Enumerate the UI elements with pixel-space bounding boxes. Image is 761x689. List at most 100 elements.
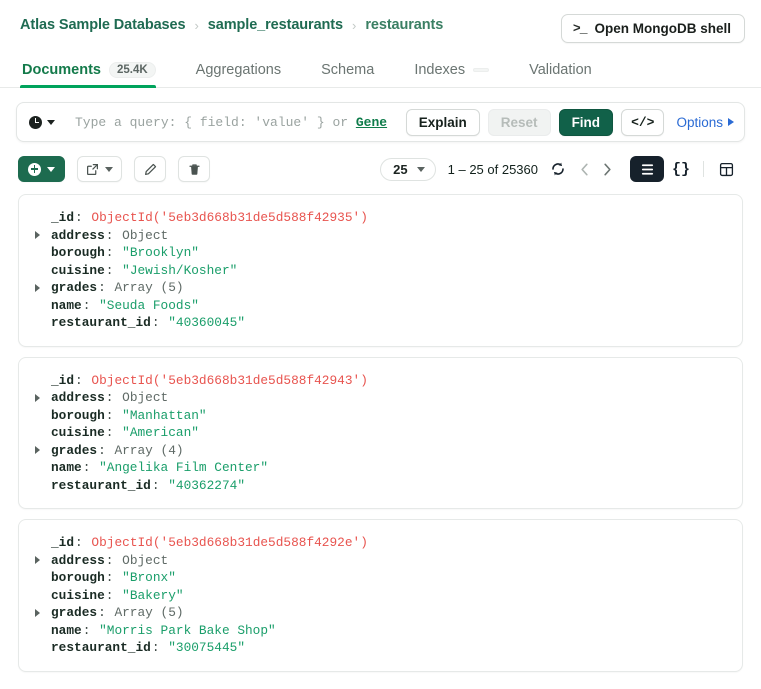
toolbar-divider bbox=[703, 161, 704, 177]
document-field[interactable]: restaurant_id : "40362274" bbox=[35, 477, 726, 495]
document-card[interactable]: _id: ObjectId('5eb3d668b31de5d588f4292e'… bbox=[18, 519, 743, 672]
document-field[interactable]: restaurant_id : "30075445" bbox=[35, 639, 726, 657]
previous-page-button[interactable] bbox=[578, 162, 591, 177]
document-field[interactable]: _id: ObjectId('5eb3d668b31de5d588f4292e'… bbox=[35, 534, 726, 552]
document-field[interactable]: grades : Array (5) bbox=[35, 279, 726, 297]
tab-schema-label: Schema bbox=[321, 62, 374, 78]
document-field[interactable]: borough : "Brooklyn" bbox=[35, 244, 726, 262]
field-value: "American" bbox=[122, 424, 199, 442]
document-card[interactable]: _id: ObjectId('5eb3d668b31de5d588f42943'… bbox=[18, 357, 743, 510]
field-key: _id bbox=[51, 534, 74, 552]
next-page-button[interactable] bbox=[601, 162, 614, 177]
breadcrumb-item-collection[interactable]: restaurants bbox=[365, 17, 443, 33]
document-field[interactable]: _id: ObjectId('5eb3d668b31de5d588f42943'… bbox=[35, 372, 726, 390]
expand-triangle-icon[interactable] bbox=[35, 394, 40, 402]
field-value: "30075445" bbox=[168, 639, 245, 657]
field-separator: : bbox=[82, 297, 92, 315]
tab-indexes[interactable]: Indexes bbox=[412, 56, 505, 87]
expand-cell[interactable] bbox=[35, 231, 51, 239]
expand-triangle-icon[interactable] bbox=[35, 231, 40, 239]
refresh-button[interactable] bbox=[550, 161, 566, 177]
field-separator: : bbox=[105, 569, 115, 587]
generate-query-link[interactable]: Gene bbox=[356, 115, 387, 130]
expand-triangle-icon[interactable] bbox=[35, 556, 40, 564]
document-field[interactable]: cuisine : "American" bbox=[35, 424, 726, 442]
breadcrumb-item-database-group[interactable]: Atlas Sample Databases bbox=[20, 17, 185, 33]
field-value: "Bakery" bbox=[122, 587, 183, 605]
field-key: borough bbox=[51, 244, 105, 262]
field-key: restaurant_id bbox=[51, 477, 151, 495]
field-separator: : bbox=[74, 534, 84, 552]
expand-cell[interactable] bbox=[35, 556, 51, 564]
insert-document-button[interactable] bbox=[18, 156, 65, 182]
field-key: borough bbox=[51, 569, 105, 587]
reset-button[interactable]: Reset bbox=[488, 109, 551, 136]
field-value: "Jewish/Kosher" bbox=[122, 262, 237, 280]
explain-button[interactable]: Explain bbox=[406, 109, 480, 136]
query-bar-container: Type a query: { field: 'value' } or Gene… bbox=[0, 88, 761, 142]
table-view-icon bbox=[719, 162, 734, 177]
document-field[interactable]: name : "Angelika Film Center" bbox=[35, 459, 726, 477]
export-to-language-icon[interactable]: </> bbox=[621, 109, 664, 136]
document-field[interactable]: grades : Array (5) bbox=[35, 604, 726, 622]
refresh-icon bbox=[550, 161, 566, 177]
chevron-down-icon bbox=[47, 167, 55, 172]
document-field[interactable]: borough : "Bronx" bbox=[35, 569, 726, 587]
expand-triangle-icon[interactable] bbox=[35, 284, 40, 292]
document-field[interactable]: _id: ObjectId('5eb3d668b31de5d588f42935'… bbox=[35, 209, 726, 227]
breadcrumb-item-database[interactable]: sample_restaurants bbox=[208, 17, 343, 33]
field-separator: : bbox=[105, 227, 115, 245]
query-options-toggle[interactable]: Options bbox=[672, 115, 734, 130]
expand-cell[interactable] bbox=[35, 284, 51, 292]
tab-aggregations-label: Aggregations bbox=[196, 62, 281, 78]
trash-icon bbox=[188, 163, 201, 176]
field-key: name bbox=[51, 297, 82, 315]
result-range-label: 1 – 25 of 25360 bbox=[448, 162, 538, 177]
open-mongodb-shell-button[interactable]: >_ Open MongoDB shell bbox=[561, 14, 745, 43]
expand-cell[interactable] bbox=[35, 609, 51, 617]
document-field[interactable]: name : "Morris Park Bake Shop" bbox=[35, 622, 726, 640]
find-button[interactable]: Find bbox=[559, 109, 614, 136]
field-key: grades bbox=[51, 604, 97, 622]
field-separator: : bbox=[105, 587, 115, 605]
view-mode-table-button[interactable] bbox=[709, 156, 743, 182]
document-field[interactable]: cuisine : "Bakery" bbox=[35, 587, 726, 605]
expand-triangle-icon[interactable] bbox=[35, 609, 40, 617]
tab-schema[interactable]: Schema bbox=[319, 56, 390, 87]
field-separator: : bbox=[151, 314, 161, 332]
export-button[interactable] bbox=[77, 156, 122, 182]
query-history-button[interactable] bbox=[29, 116, 63, 129]
tab-documents[interactable]: Documents 25.4K bbox=[20, 56, 172, 87]
field-value: "Angelika Film Center" bbox=[99, 459, 268, 477]
page-size-select[interactable]: 25 bbox=[380, 158, 435, 181]
chevron-left-icon bbox=[578, 162, 591, 177]
tab-validation[interactable]: Validation bbox=[527, 56, 608, 87]
expand-cell[interactable] bbox=[35, 446, 51, 454]
document-card[interactable]: _id: ObjectId('5eb3d668b31de5d588f42935'… bbox=[18, 194, 743, 347]
chevron-down-icon bbox=[47, 120, 55, 125]
documents-toolbar-left bbox=[18, 156, 210, 182]
document-field[interactable]: address : Object bbox=[35, 552, 726, 570]
field-key: cuisine bbox=[51, 424, 105, 442]
page-size-value: 25 bbox=[393, 162, 407, 177]
document-field[interactable]: address : Object bbox=[35, 227, 726, 245]
document-field[interactable]: restaurant_id : "40360045" bbox=[35, 314, 726, 332]
documents-toolbar: 25 1 – 25 of 25360 bbox=[0, 142, 761, 194]
field-value: ObjectId('5eb3d668b31de5d588f42935') bbox=[91, 209, 367, 227]
expand-cell[interactable] bbox=[35, 394, 51, 402]
tab-aggregations[interactable]: Aggregations bbox=[194, 56, 297, 87]
expand-triangle-icon[interactable] bbox=[35, 446, 40, 454]
document-field[interactable]: name : "Seuda Foods" bbox=[35, 297, 726, 315]
field-value: Array (4) bbox=[114, 442, 183, 460]
document-field[interactable]: address : Object bbox=[35, 389, 726, 407]
delete-document-button[interactable] bbox=[178, 156, 210, 182]
edit-document-button[interactable] bbox=[134, 156, 166, 182]
query-input[interactable]: Type a query: { field: 'value' } or Gene bbox=[63, 115, 400, 130]
document-field[interactable]: cuisine : "Jewish/Kosher" bbox=[35, 262, 726, 280]
field-value: Array (5) bbox=[114, 604, 183, 622]
document-field[interactable]: grades : Array (4) bbox=[35, 442, 726, 460]
documents-list[interactable]: _id: ObjectId('5eb3d668b31de5d588f42935'… bbox=[0, 194, 761, 689]
document-field[interactable]: borough : "Manhattan" bbox=[35, 407, 726, 425]
view-mode-json-button[interactable]: {} bbox=[664, 156, 698, 182]
view-mode-list-button[interactable] bbox=[630, 156, 664, 182]
